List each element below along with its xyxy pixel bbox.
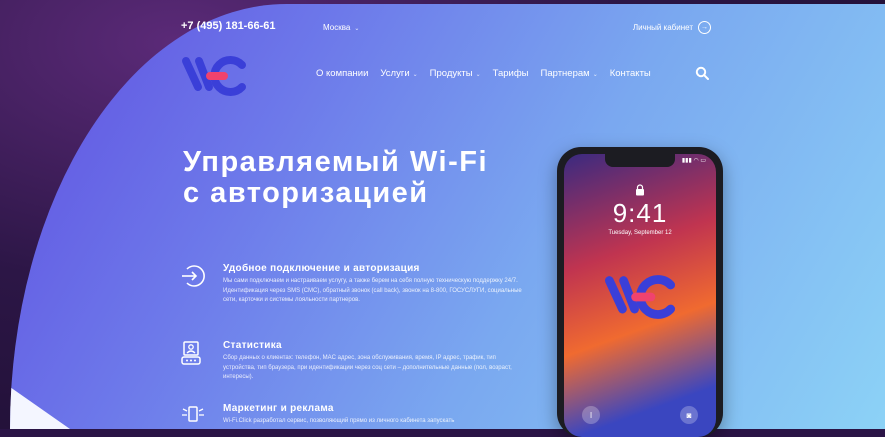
hero-title-line: с авторизацией: [183, 177, 429, 209]
nav-item-products[interactable]: Продукты ⌄: [430, 68, 481, 79]
feature-description: Мы сами подключаем и настраиваем услугу,…: [223, 278, 522, 303]
lockscreen-time: 9:41: [612, 198, 668, 228]
nav-item-tariffs[interactable]: Тарифы: [493, 68, 529, 79]
nav-item-partners[interactable]: Партнерам ⌄: [541, 68, 598, 79]
status-bar-icons: ▮▮▮ ◠ ▭: [681, 158, 706, 164]
chevron-down-icon: ⌄: [354, 26, 360, 32]
nav-item-label: О компании: [316, 68, 369, 79]
flashlight-icon: ǀ: [582, 406, 600, 424]
chevron-down-icon: ⌄: [592, 72, 598, 78]
phone-number-link[interactable]: +7 (495) 181-66-61: [181, 20, 275, 32]
camera-icon: ◙: [680, 406, 698, 424]
city-label: Москва: [323, 23, 351, 32]
feature-description: Wi-Fi.Click разработал сервис, позволяющ…: [223, 418, 455, 424]
nav-item-label: Тарифы: [492, 68, 529, 79]
nav-item-services[interactable]: Услуги ⌄: [380, 68, 417, 79]
search-icon[interactable]: [695, 66, 709, 80]
nav-item-label: Партнерам: [540, 68, 590, 79]
feature-title: Статистика: [223, 340, 282, 351]
account-link[interactable]: Личный кабинет →: [633, 21, 711, 34]
nav-item-label: Контакты: [609, 68, 651, 79]
login-arrow-icon: →: [698, 21, 711, 34]
white-wave-decoration: [10, 387, 70, 429]
nav-item-label: Продукты: [429, 68, 473, 79]
lockscreen-date: Tuesday, September 12: [608, 230, 672, 236]
phone-screen: ▮▮▮ ◠ ▭ 9:41 Tuesday, September 12 ǀ ◙: [564, 154, 716, 437]
phone-notch: [605, 154, 675, 167]
chevron-down-icon: ⌄: [412, 72, 418, 78]
top-bar: +7 (495) 181-66-61 Москва ⌄ Личный кабине…: [181, 20, 711, 40]
hero-title-line: Управляемый Wi-Fi: [183, 146, 489, 178]
statistics-icon: [181, 341, 201, 365]
main-nav: О компании Услуги ⌄ Продукты ⌄ Тарифы Парт…: [316, 68, 651, 79]
feature-title: Маркетинг и реклама: [223, 403, 334, 414]
nav-item-contacts[interactable]: Контакты: [610, 68, 651, 79]
feature-description: Сбор данных о клиентах: телефон, MAC адр…: [223, 355, 512, 380]
lock-icon: [636, 184, 644, 196]
company-logo: [604, 275, 676, 319]
phone-mockup: ▮▮▮ ◠ ▭ 9:41 Tuesday, September 12 ǀ ◙: [557, 147, 723, 437]
login-arrow-icon: [182, 265, 205, 287]
marketing-icon: [182, 406, 204, 422]
account-label: Личный кабинет: [632, 23, 693, 32]
feature-title: Удобное подключение и авторизация: [223, 263, 420, 274]
chevron-down-icon: ⌄: [475, 72, 481, 78]
city-selector[interactable]: Москва ⌄: [323, 23, 359, 32]
nav-item-about[interactable]: О компании: [316, 68, 368, 79]
hero-title: Управляемый Wi-Fi с авторизацией: [183, 147, 488, 209]
nav-item-label: Услуги: [380, 68, 410, 79]
company-logo[interactable]: [180, 55, 248, 97]
